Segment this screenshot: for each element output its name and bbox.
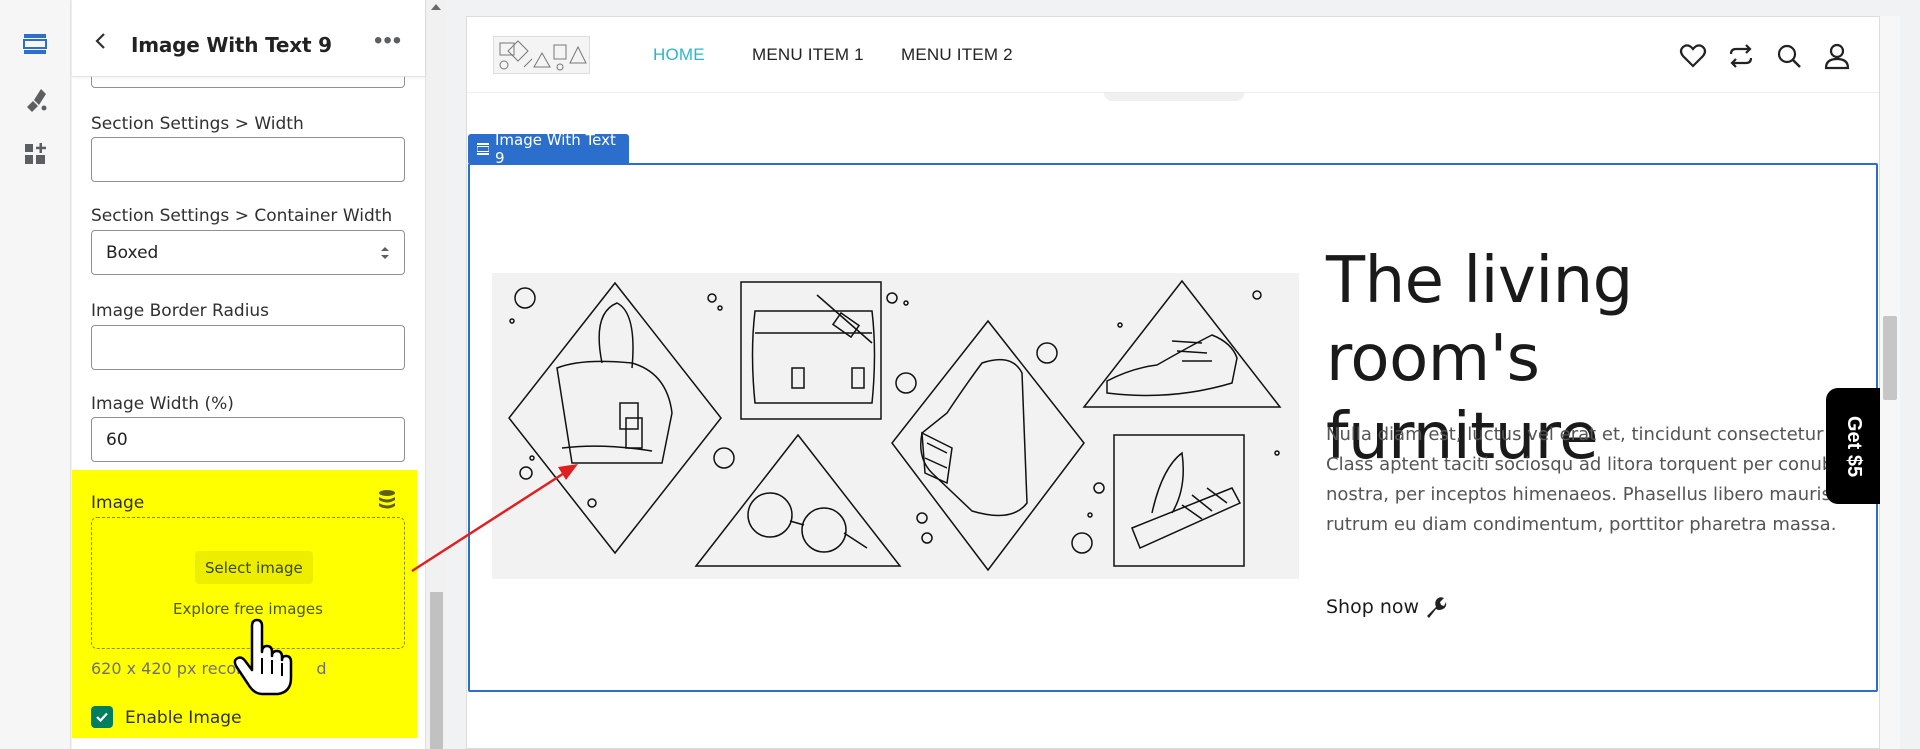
size-recommendation-tail: d	[316, 659, 327, 678]
hero-body-line: nostra, per inceptos himenaeos. Phasellu…	[1326, 484, 1837, 505]
hero-body-line: rutrum eu diam condimentum, porttitor ph…	[1326, 514, 1837, 535]
compare-arrows-icon[interactable]	[1726, 41, 1756, 71]
panel-scroll-thumb[interactable]	[430, 592, 443, 749]
wishlist-heart-icon[interactable]	[1678, 41, 1708, 71]
store-header: HOME MENU ITEM 1 MENU ITEM 2	[467, 17, 1879, 93]
hero-title-line-1: The living room's	[1326, 244, 1633, 396]
more-options-icon[interactable]: •••	[374, 29, 402, 53]
store-logo[interactable]	[493, 36, 590, 74]
section-handle	[1104, 93, 1244, 101]
image-width-input[interactable]: 60	[91, 417, 405, 462]
sections-icon[interactable]	[16, 25, 54, 63]
shop-now-link[interactable]: Shop now	[1326, 596, 1419, 618]
account-user-icon[interactable]	[1822, 41, 1852, 71]
scroll-up-arrow-icon[interactable]	[431, 4, 441, 10]
hero-body-line: Nulla diam est, luctus vel erat et, tinc…	[1326, 424, 1846, 445]
checkmark-icon	[96, 712, 108, 723]
hero-body-text: Nulla diam est, luctus vel erat et, tinc…	[1326, 420, 1846, 540]
nav-menu-item-1[interactable]: MENU ITEM 1	[752, 45, 864, 65]
preview-scroll-thumb[interactable]	[1883, 316, 1897, 400]
image-setting-block: Image Select image Explore free images 6…	[72, 470, 417, 738]
border-radius-label: Image Border Radius	[91, 301, 270, 321]
width-input[interactable]	[91, 137, 405, 182]
accessories-sketch-icon	[508, 279, 1282, 572]
hand-pointer-cursor-icon	[233, 618, 293, 696]
section-tag[interactable]: Image With Text 9	[468, 131, 629, 167]
nav-home[interactable]: HOME	[653, 45, 705, 65]
image-label: Image	[91, 493, 145, 513]
container-width-value: Boxed	[106, 242, 159, 263]
hero-illustration[interactable]	[492, 273, 1299, 579]
panel-header: Image With Text 9 •••	[72, 0, 425, 77]
enable-image-checkbox[interactable]	[91, 706, 113, 728]
get-5-promo-tab[interactable]: Get $5	[1826, 388, 1881, 504]
apps-icon[interactable]	[16, 135, 54, 173]
container-width-label: Section Settings > Container Width	[91, 206, 393, 226]
panel-title: Image With Text 9	[131, 33, 332, 57]
hero-body-line: Class aptent taciti sociosqu ad litora t…	[1326, 454, 1846, 475]
container-width-select[interactable]: Boxed	[91, 230, 405, 275]
border-radius-input[interactable]	[91, 325, 405, 370]
icon-rail	[0, 0, 71, 749]
image-width-label: Image Width (%)	[91, 394, 234, 414]
search-icon[interactable]	[1774, 41, 1804, 71]
explore-free-images-link[interactable]: Explore free images	[92, 600, 404, 618]
back-arrow-icon[interactable]	[90, 30, 112, 52]
section-tag-label: Image With Text 9	[495, 130, 616, 167]
storefront-preview: HOME MENU ITEM 1 MENU ITEM 2 Image With …	[466, 16, 1881, 749]
select-arrows-icon	[381, 247, 389, 259]
dynamic-source-icon[interactable]	[377, 489, 397, 511]
get-5-label: Get $5	[1843, 415, 1865, 477]
select-image-button[interactable]: Select image	[195, 551, 313, 584]
logo-sketch-icon	[499, 40, 587, 71]
preview-scrollbar[interactable]	[1880, 16, 1900, 749]
settings-panel: Image With Text 9 ••• Section Settings >…	[72, 0, 425, 749]
width-label: Section Settings > Width	[91, 114, 304, 134]
enable-image-label: Enable Image	[125, 708, 242, 728]
section-tag-icon	[477, 143, 489, 155]
nav-menu-item-2[interactable]: MENU ITEM 2	[901, 45, 1013, 65]
wrench-icon[interactable]	[1423, 595, 1447, 619]
panel-scrollbar[interactable]	[425, 0, 446, 749]
theme-brush-icon[interactable]	[16, 80, 54, 118]
